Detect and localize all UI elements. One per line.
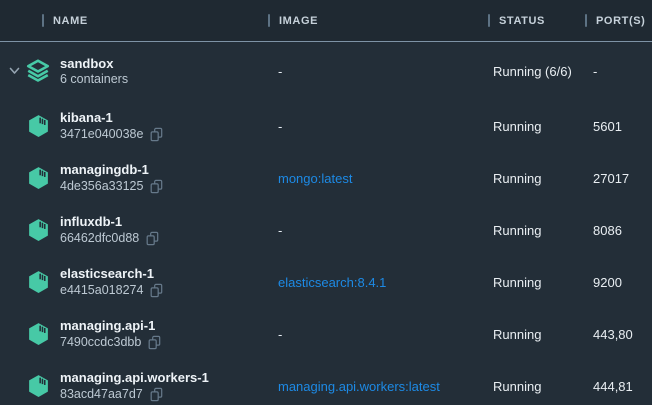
container-icon bbox=[26, 321, 51, 347]
copy-icon-button[interactable] bbox=[145, 231, 159, 246]
container-name: managing.api-1 bbox=[60, 319, 161, 332]
image-link[interactable]: elasticsearch:8.4.1 bbox=[268, 275, 488, 290]
container-subtext: 7490ccdc3dbb bbox=[60, 336, 141, 349]
ports-text: 27017 bbox=[585, 171, 652, 186]
column-header-label: PORT(S) bbox=[596, 15, 645, 27]
container-row[interactable]: elasticsearch-1 e4415a018274 elasticsear… bbox=[0, 256, 652, 308]
status-text: Running bbox=[488, 171, 585, 186]
container-row[interactable]: managing.api.workers-1 83acd47aa7d7 mana… bbox=[0, 360, 652, 405]
container-name: kibana-1 bbox=[60, 111, 163, 124]
column-divider bbox=[42, 14, 44, 27]
copy-icon bbox=[149, 283, 163, 298]
container-icon bbox=[26, 165, 51, 191]
name-stack: elasticsearch-1 e4415a018274 bbox=[60, 267, 163, 298]
ports-text: 444,81 bbox=[585, 379, 652, 394]
container-name: elasticsearch-1 bbox=[60, 267, 163, 280]
container-row[interactable]: managing.api-1 7490ccdc3dbb - Running 44… bbox=[0, 308, 652, 360]
name-stack: managing.api-1 7490ccdc3dbb bbox=[60, 319, 161, 350]
copy-icon-button[interactable] bbox=[147, 335, 161, 350]
name-stack: sandbox 6 containers bbox=[60, 57, 128, 86]
name-cell: managing.api-1 7490ccdc3dbb bbox=[0, 319, 268, 350]
column-header-ports: PORT(S) bbox=[585, 14, 652, 27]
status-text: Running bbox=[488, 119, 585, 134]
status-text: Running bbox=[488, 223, 585, 238]
chevron-down-icon[interactable] bbox=[6, 67, 22, 75]
status-text: Running (6/6) bbox=[488, 64, 585, 79]
name-cell: kibana-1 3471e040038e bbox=[0, 111, 268, 142]
container-row[interactable]: kibana-1 3471e040038e - Running 5601 bbox=[0, 100, 652, 152]
column-header-status: STATUS bbox=[488, 14, 585, 27]
container-subtext: 66462dfc0d88 bbox=[60, 232, 139, 245]
name-stack: kibana-1 3471e040038e bbox=[60, 111, 163, 142]
container-name: influxdb-1 bbox=[60, 215, 159, 228]
column-header-label: IMAGE bbox=[279, 15, 318, 27]
copy-icon bbox=[145, 231, 159, 246]
container-table-body: sandbox 6 containers - Running (6/6) - bbox=[0, 42, 652, 405]
row-icon bbox=[22, 217, 54, 243]
copy-icon bbox=[149, 179, 163, 194]
copy-icon bbox=[149, 127, 163, 142]
ports-text: - bbox=[585, 64, 652, 79]
copy-icon bbox=[149, 387, 163, 402]
name-cell: managing.api.workers-1 83acd47aa7d7 bbox=[0, 371, 268, 402]
container-subtext: 83acd47aa7d7 bbox=[60, 388, 143, 401]
column-header-name: NAME bbox=[42, 14, 268, 27]
name-stack: managing.api.workers-1 83acd47aa7d7 bbox=[60, 371, 209, 402]
container-subtext: 4de356a33125 bbox=[60, 180, 143, 193]
name-cell: influxdb-1 66462dfc0d88 bbox=[0, 215, 268, 246]
ports-text: 9200 bbox=[585, 275, 652, 290]
container-subtext: e4415a018274 bbox=[60, 284, 143, 297]
copy-icon-button[interactable] bbox=[149, 179, 163, 194]
container-icon bbox=[26, 373, 51, 399]
image-link[interactable]: mongo:latest bbox=[268, 171, 488, 186]
image-text: - bbox=[268, 223, 488, 238]
copy-icon-button[interactable] bbox=[149, 127, 163, 142]
ports-text: 443,80 bbox=[585, 327, 652, 342]
container-row[interactable]: influxdb-1 66462dfc0d88 - Running 8086 bbox=[0, 204, 652, 256]
copy-icon bbox=[147, 335, 161, 350]
status-text: Running bbox=[488, 379, 585, 394]
row-icon bbox=[22, 113, 54, 139]
container-name: sandbox bbox=[60, 57, 128, 70]
container-icon bbox=[26, 113, 51, 139]
container-name: managing.api.workers-1 bbox=[60, 371, 209, 384]
container-group-row[interactable]: sandbox 6 containers - Running (6/6) - bbox=[0, 42, 652, 100]
image-text: - bbox=[268, 327, 488, 342]
image-text: - bbox=[268, 64, 488, 79]
stack-icon bbox=[24, 58, 52, 84]
container-subtext: 6 containers bbox=[60, 73, 128, 86]
ports-text: 5601 bbox=[585, 119, 652, 134]
column-divider bbox=[488, 14, 490, 27]
column-divider bbox=[268, 14, 270, 27]
ports-text: 8086 bbox=[585, 223, 652, 238]
status-text: Running bbox=[488, 327, 585, 342]
name-cell: managingdb-1 4de356a33125 bbox=[0, 163, 268, 194]
container-subtext: 3471e040038e bbox=[60, 128, 143, 141]
image-text: - bbox=[268, 119, 488, 134]
column-header-label: NAME bbox=[53, 15, 88, 27]
row-icon bbox=[22, 373, 54, 399]
column-header-label: STATUS bbox=[499, 15, 545, 27]
status-text: Running bbox=[488, 275, 585, 290]
name-cell: elasticsearch-1 e4415a018274 bbox=[0, 267, 268, 298]
image-link[interactable]: managing.api.workers:latest bbox=[268, 379, 488, 394]
container-name: managingdb-1 bbox=[60, 163, 163, 176]
row-icon bbox=[22, 321, 54, 347]
container-icon bbox=[26, 217, 51, 243]
row-icon bbox=[22, 58, 54, 84]
containers-table: NAME IMAGE STATUS PORT(S) bbox=[0, 0, 652, 405]
copy-icon-button[interactable] bbox=[149, 387, 163, 402]
column-divider bbox=[585, 14, 587, 27]
row-icon bbox=[22, 165, 54, 191]
column-header-image: IMAGE bbox=[268, 14, 488, 27]
table-header: NAME IMAGE STATUS PORT(S) bbox=[0, 0, 652, 42]
name-cell: sandbox 6 containers bbox=[0, 57, 268, 86]
container-icon bbox=[26, 269, 51, 295]
container-row[interactable]: managingdb-1 4de356a33125 mongo:latest R… bbox=[0, 152, 652, 204]
name-stack: managingdb-1 4de356a33125 bbox=[60, 163, 163, 194]
name-stack: influxdb-1 66462dfc0d88 bbox=[60, 215, 159, 246]
copy-icon-button[interactable] bbox=[149, 283, 163, 298]
row-icon bbox=[22, 269, 54, 295]
